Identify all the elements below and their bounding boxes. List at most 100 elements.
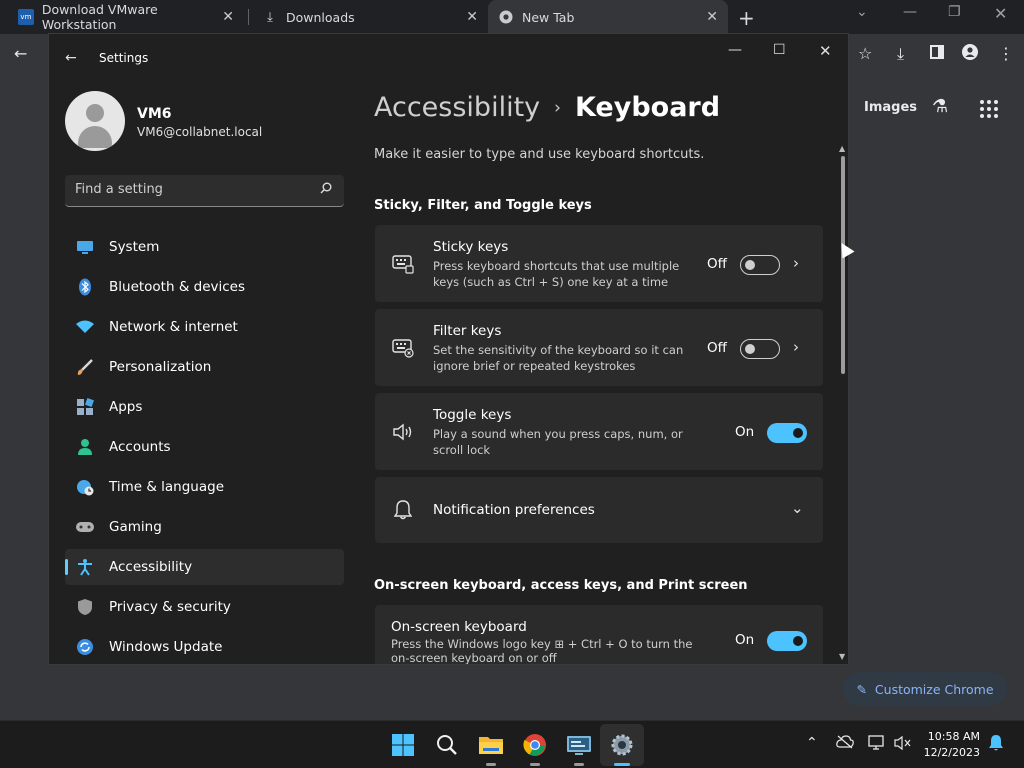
filter-keys-toggle[interactable]	[740, 339, 780, 359]
file-explorer-icon[interactable]	[477, 731, 505, 759]
on-screen-keyboard-card[interactable]: On-screen keyboard Press the Windows log…	[375, 605, 823, 665]
tab-search-chevron-icon[interactable]: ⌄	[856, 4, 868, 20]
page-title: Keyboard	[574, 92, 721, 123]
sidebar-item-network[interactable]: Network & internet	[65, 309, 344, 345]
filter-keys-card[interactable]: Filter keys Set the sensitivity of the k…	[375, 309, 823, 386]
sidebar-item-gaming[interactable]: Gaming	[65, 509, 344, 545]
cloud-offline-icon[interactable]	[836, 735, 854, 753]
notification-bell-icon[interactable]	[988, 734, 1004, 756]
windows-start-icon[interactable]	[389, 731, 417, 759]
on-screen-keyboard-desc: Press the Windows logo key ⊞ + Ctrl + O …	[391, 637, 693, 665]
new-tab-plus-icon[interactable]: +	[738, 6, 755, 30]
breadcrumb-parent[interactable]: Accessibility	[374, 92, 540, 123]
network-icon[interactable]	[868, 735, 886, 755]
scrollbar[interactable]: ▲ ▼	[838, 144, 848, 664]
chrome-icon[interactable]	[521, 731, 549, 759]
settings-window-title: Settings	[99, 51, 149, 65]
minimize-icon[interactable]: —	[728, 42, 742, 58]
scroll-down-icon[interactable]: ▼	[839, 652, 845, 661]
volume-muted-icon[interactable]	[894, 735, 912, 755]
person-icon	[75, 437, 95, 457]
close-icon[interactable]: ✕	[819, 42, 832, 60]
back-arrow-icon[interactable]: ←	[14, 44, 27, 63]
shield-icon	[75, 597, 95, 617]
sticky-keys-state: Off	[707, 256, 727, 272]
clock-time: 10:58 AM	[927, 730, 980, 743]
section-title: On-screen keyboard, access keys, and Pri…	[374, 578, 748, 593]
chevron-right-icon[interactable]: ›	[793, 254, 799, 272]
downloads-icon[interactable]: ⤓	[897, 44, 904, 64]
close-icon[interactable]: ✕	[222, 9, 234, 25]
toggle-keys-toggle[interactable]	[767, 423, 807, 443]
tab-vmware[interactable]: vm Download VMware Workstation ✕	[8, 0, 244, 34]
apps-icon	[75, 397, 95, 417]
close-window-icon[interactable]: ✕	[994, 4, 1007, 23]
scrollbar-thumb[interactable]	[841, 156, 845, 374]
restore-icon[interactable]: ❐	[948, 4, 961, 20]
back-arrow-icon[interactable]: ←	[65, 50, 77, 66]
filter-keys-desc: Set the sensitivity of the keyboard so i…	[433, 343, 684, 373]
images-link[interactable]: Images	[864, 100, 917, 115]
sidebar-item-system[interactable]: System	[65, 229, 344, 265]
bookmark-star-icon[interactable]: ☆	[858, 44, 872, 63]
minimize-icon[interactable]: —	[903, 4, 917, 20]
chevron-down-icon[interactable]: ⌄	[791, 499, 804, 517]
vmware-icon: vm	[18, 9, 34, 25]
labs-flask-icon[interactable]: ⚗	[932, 96, 948, 117]
close-icon[interactable]: ✕	[706, 9, 718, 25]
clock-date: 12/2/2023	[923, 746, 980, 759]
download-icon: ⤓	[267, 9, 273, 25]
sidebar-item-bluetooth[interactable]: Bluetooth & devices	[65, 269, 344, 305]
page-subtitle: Make it easier to type and use keyboard …	[374, 147, 705, 162]
profile-name: VM6	[137, 106, 172, 122]
sidebar-item-personalization[interactable]: Personalization	[65, 349, 344, 385]
toggle-keys-card[interactable]: Toggle keys Play a sound when you press …	[375, 393, 823, 470]
avatar[interactable]	[65, 91, 125, 151]
wifi-icon	[75, 317, 95, 337]
windows-logo-icon: ⊞	[554, 637, 565, 651]
tab-new-tab[interactable]: New Tab ✕	[488, 0, 728, 34]
tray-chevron-up-icon[interactable]: ⌃	[806, 735, 818, 751]
customize-chrome-button[interactable]: ✎ Customize Chrome	[843, 672, 1007, 706]
side-panel-icon[interactable]	[930, 44, 944, 63]
gamepad-icon	[75, 517, 95, 537]
brush-icon	[75, 357, 95, 377]
update-icon	[75, 637, 95, 657]
chevron-right-icon[interactable]: ›	[793, 338, 799, 356]
on-screen-keyboard-state: On	[735, 632, 755, 648]
bell-icon	[391, 498, 415, 522]
sticky-keys-toggle[interactable]	[740, 255, 780, 275]
keyboard-sticky-icon	[391, 252, 415, 276]
more-menu-icon[interactable]: ⋮	[998, 44, 1014, 63]
search-icon[interactable]	[320, 182, 332, 197]
find-setting-search[interactable]	[65, 175, 344, 207]
google-apps-icon[interactable]	[980, 100, 998, 118]
sidebar-item-privacy[interactable]: Privacy & security	[65, 589, 344, 625]
pencil-icon: ✎	[856, 681, 867, 697]
scroll-up-icon[interactable]: ▲	[839, 144, 845, 153]
remote-desktop-icon[interactable]	[565, 731, 593, 759]
taskbar-clock[interactable]: 10:58 AM 12/2/2023	[918, 729, 980, 761]
settings-gear-icon[interactable]	[608, 731, 636, 759]
tab-divider	[248, 9, 249, 25]
sidebar-item-accessibility[interactable]: Accessibility	[65, 549, 344, 585]
sidebar-item-windows-update[interactable]: Windows Update	[65, 629, 344, 664]
taskbar: ⌃ 10:58 AM 12/2/2023	[0, 720, 1024, 768]
section-title: Sticky, Filter, and Toggle keys	[374, 198, 592, 213]
search-input[interactable]	[75, 182, 305, 197]
sidebar-item-time-language[interactable]: Time & language	[65, 469, 344, 505]
on-screen-keyboard-toggle[interactable]	[767, 631, 807, 651]
sidebar-item-accounts[interactable]: Accounts	[65, 429, 344, 465]
chrome-icon	[498, 9, 514, 25]
maximize-icon[interactable]: ☐	[773, 42, 786, 58]
sticky-keys-card[interactable]: Sticky keys Press keyboard shortcuts tha…	[375, 225, 823, 302]
tab-downloads[interactable]: ⤓ Downloads ✕	[252, 0, 488, 34]
notification-preferences-card[interactable]: Notification preferences ⌄	[375, 477, 823, 543]
profile-icon[interactable]	[962, 44, 978, 64]
close-icon[interactable]: ✕	[466, 9, 478, 25]
chevron-right-icon: ›	[554, 97, 561, 118]
search-icon[interactable]	[433, 731, 461, 759]
settings-window: ← Settings — ☐ ✕ VM6 VM6@collabnet.local…	[48, 33, 849, 665]
sidebar-item-apps[interactable]: Apps	[65, 389, 344, 425]
chrome-tab-strip: vm Download VMware Workstation ✕ ⤓ Downl…	[0, 0, 1024, 34]
